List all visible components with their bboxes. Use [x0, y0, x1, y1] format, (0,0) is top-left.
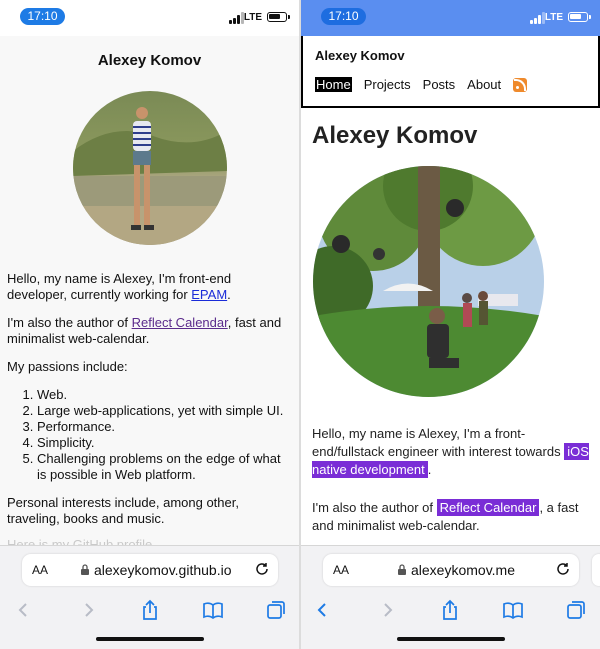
avatar-photo	[72, 91, 227, 245]
author-paragraph: I'm also the author of Reflect Calendar,…	[312, 499, 579, 533]
intro-paragraph: Hello, my name is Alexey, I'm front-end …	[7, 271, 232, 302]
nav-posts[interactable]: Posts	[423, 77, 456, 92]
site-name[interactable]: Alexey Komov	[315, 48, 586, 63]
safari-toolbar: AA alexeykomov.me	[301, 545, 600, 649]
lock-icon	[81, 564, 89, 575]
epam-link[interactable]: EPAM	[191, 287, 227, 302]
intro-paragraph: Hello, my name is Alexey, I'm a front-en…	[312, 426, 589, 478]
safari-toolbar: AA alexeykomov.github.io	[0, 545, 299, 649]
network-label: LTE	[544, 12, 563, 23]
site-header: Alexey Komov Home Projects Posts About	[301, 36, 600, 108]
page-title: Alexey Komov	[97, 52, 202, 69]
back-icon[interactable]	[12, 598, 36, 622]
signal-icon	[530, 12, 545, 24]
share-icon[interactable]	[138, 598, 162, 622]
right-phone-screenshot: 17:10 LTE Alexey Komov Home Projects Pos…	[301, 0, 600, 649]
status-bar: 17:10 LTE	[301, 0, 600, 36]
reader-options-button[interactable]: AA	[333, 563, 349, 577]
webpage-content: Alexey Komov Hello, my name is Alexey, I…	[0, 36, 299, 545]
rss-icon[interactable]	[513, 77, 528, 92]
interests-paragraph: Personal interests include, among other,…	[7, 495, 239, 526]
nav-home[interactable]: Home	[315, 77, 352, 92]
url-text: alexeykomov.me	[411, 562, 516, 578]
reload-icon[interactable]	[555, 561, 571, 577]
reflect-calendar-link[interactable]: Reflect Calendar	[132, 315, 228, 330]
next-tab-peek	[592, 554, 600, 586]
tabs-icon[interactable]	[264, 598, 288, 622]
home-indicator	[96, 637, 204, 641]
reload-icon[interactable]	[254, 561, 270, 577]
list-item: Large web-applications, yet with simple …	[37, 403, 292, 419]
list-item: Challenging problems on the edge of what…	[37, 451, 292, 483]
status-bar: 17:10 LTE	[0, 0, 299, 36]
back-icon[interactable]	[311, 598, 335, 622]
nav-projects[interactable]: Projects	[364, 77, 411, 92]
webpage-content: Alexey Komov Home Projects Posts About A…	[301, 36, 600, 545]
main-nav: Home Projects Posts About	[315, 77, 586, 92]
left-phone-screenshot: 17:10 LTE Alexey Komov Hello, my name is…	[0, 0, 299, 649]
forward-icon[interactable]	[76, 598, 100, 622]
avatar-photo	[313, 166, 544, 397]
signal-icon	[229, 12, 244, 24]
address-bar[interactable]: AA alexeykomov.me	[323, 554, 579, 586]
passions-list: Web. Large web-applications, yet with si…	[37, 387, 292, 483]
share-icon[interactable]	[438, 598, 462, 622]
tabs-icon[interactable]	[564, 598, 588, 622]
network-label: LTE	[243, 12, 262, 23]
list-item: Simplicity.	[37, 435, 292, 451]
address-bar[interactable]: AA alexeykomov.github.io	[22, 554, 278, 586]
battery-icon	[267, 12, 290, 22]
nav-about[interactable]: About	[467, 77, 501, 92]
bookmarks-icon[interactable]	[501, 598, 525, 622]
author-paragraph: I'm also the author of Reflect Calendar,…	[7, 315, 282, 346]
status-time: 17:10	[20, 8, 65, 25]
clipped-text: Here is my GitHub profile	[7, 537, 153, 545]
battery-icon	[568, 12, 591, 22]
list-item: Performance.	[37, 419, 292, 435]
url-text: alexeykomov.github.io	[94, 562, 232, 578]
passions-heading: My passions include:	[7, 359, 128, 374]
page-title: Alexey Komov	[312, 122, 478, 149]
reflect-calendar-link[interactable]: Reflect Calendar	[436, 499, 540, 516]
bookmarks-icon[interactable]	[201, 598, 225, 622]
reader-options-button[interactable]: AA	[32, 563, 48, 577]
status-time: 17:10	[321, 8, 366, 25]
lock-icon	[398, 564, 406, 575]
list-item: Web.	[37, 387, 292, 403]
home-indicator	[397, 637, 505, 641]
forward-icon[interactable]	[375, 598, 399, 622]
